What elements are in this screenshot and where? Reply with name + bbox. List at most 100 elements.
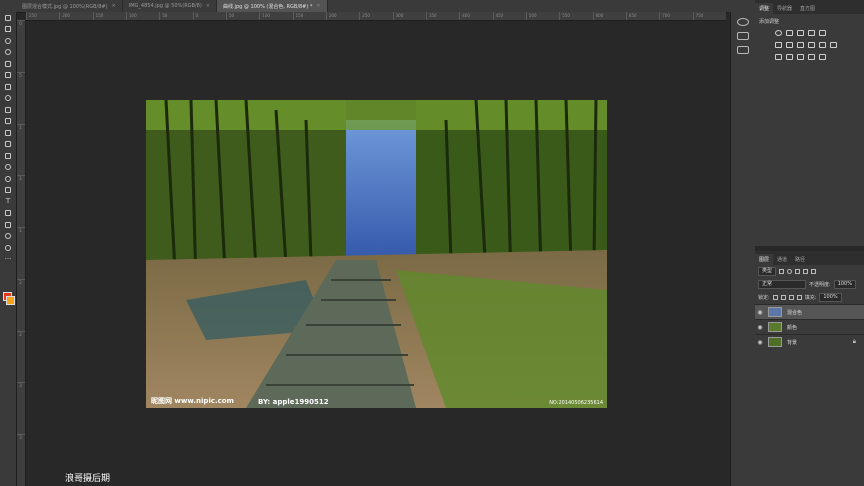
lasso-tool[interactable] <box>0 35 16 47</box>
smart-object-filter-icon[interactable] <box>811 269 817 274</box>
eyedropper-tool[interactable] <box>0 81 16 93</box>
tab-adjustments[interactable]: 调整 <box>755 3 774 14</box>
marquee-icon <box>5 26 11 33</box>
blend-mode-select[interactable]: 正常 <box>758 280 806 289</box>
path-selection-tool[interactable] <box>0 208 16 220</box>
type-filter-icon[interactable] <box>795 269 801 274</box>
color-lookup-icon[interactable] <box>830 42 837 48</box>
opacity-field[interactable]: 100% <box>833 280 856 289</box>
learn-icon[interactable] <box>737 18 749 26</box>
bamboo-path-photo <box>146 100 607 408</box>
clone-stamp-tool[interactable] <box>0 116 16 128</box>
gradient-map-icon[interactable] <box>808 54 815 60</box>
invert-icon[interactable] <box>775 54 782 60</box>
layer-row[interactable]: ◉ 颜色 <box>755 319 864 334</box>
adjustment-filter-icon[interactable] <box>787 269 793 274</box>
curves-icon[interactable] <box>797 30 804 36</box>
color-balance-icon[interactable] <box>786 42 793 48</box>
eye-icon[interactable]: ◉ <box>755 339 765 346</box>
eye-icon[interactable]: ◉ <box>755 309 765 316</box>
gradient-tool[interactable] <box>0 150 16 162</box>
stamp-icon <box>5 118 11 125</box>
channel-mixer-icon[interactable] <box>819 42 826 48</box>
pen-icon <box>5 187 11 194</box>
close-icon[interactable]: × <box>316 3 320 9</box>
eraser-tool[interactable] <box>0 139 16 151</box>
photo-filter-icon[interactable] <box>808 42 815 48</box>
black-white-icon[interactable] <box>797 42 804 48</box>
libraries-icon[interactable] <box>737 46 749 54</box>
zoom-icon <box>5 244 11 251</box>
history-brush-tool[interactable] <box>0 127 16 139</box>
move-tool[interactable] <box>0 12 16 24</box>
posterize-icon[interactable] <box>786 54 793 60</box>
ellipsis-icon: ··· <box>4 254 12 263</box>
watermark-text: 昵图网 www.nipic.com <box>151 397 234 405</box>
lock-fill-row: 锁定: 填充: 100% <box>755 291 864 304</box>
add-adjustment-label: 添加调整 <box>759 19 780 25</box>
hue-saturation-icon[interactable] <box>775 42 782 48</box>
levels-icon[interactable] <box>786 30 793 36</box>
lock-transparent-icon[interactable] <box>772 295 778 300</box>
zoom-tool[interactable] <box>0 242 16 254</box>
healing-brush-tool[interactable] <box>0 93 16 105</box>
eraser-icon <box>5 141 11 148</box>
shape-tool[interactable] <box>0 219 16 231</box>
shape-filter-icon[interactable] <box>803 269 809 274</box>
watermark-author: BY: apple1990512 <box>258 398 329 406</box>
type-tool[interactable]: T <box>0 196 16 208</box>
ruler-tick-label: 50 <box>225 12 259 20</box>
document-tab[interactable]: 图层混合模式.jpg @ 100%(RGB/8#) × <box>16 0 123 12</box>
pen-tool[interactable] <box>0 185 16 197</box>
threshold-icon[interactable] <box>797 54 804 60</box>
ruler-tick-label: 400 <box>459 12 492 20</box>
layer-thumbnail <box>768 322 782 332</box>
tab-navigator[interactable]: 导航器 <box>773 3 796 14</box>
quick-select-tool[interactable] <box>0 47 16 59</box>
marquee-tool[interactable] <box>0 24 16 36</box>
lock-label: 锁定: <box>758 295 770 301</box>
vertical-ruler[interactable]: 051112233 <box>16 20 26 486</box>
lock-position-icon[interactable] <box>788 295 794 300</box>
layer-row[interactable]: ◉ 背景 🔒︎ <box>755 334 864 349</box>
horizontal-ruler[interactable]: 250 200 150 100 50 0 50 100 150 200 250 300 350 400 45… <box>26 12 726 21</box>
exposure-icon[interactable] <box>808 30 815 36</box>
dodge-tool[interactable] <box>0 173 16 185</box>
layer-name: 混合色 <box>787 309 803 316</box>
frame-tool[interactable] <box>0 70 16 82</box>
brightness-icon[interactable] <box>775 30 782 36</box>
pixel-filter-icon[interactable] <box>779 269 785 274</box>
close-icon[interactable]: × <box>206 3 210 9</box>
tab-channels[interactable]: 通道 <box>773 254 791 265</box>
triangle-icon[interactable] <box>819 30 826 36</box>
adjustment-row <box>755 39 864 51</box>
document-tab-active[interactable]: 曲线.jpg @ 100% (混合色, RGB/8#) * × <box>217 0 328 12</box>
document-tab[interactable]: IMG_4854.jpg @ 50%(RGB/8) × <box>123 0 218 12</box>
document-image[interactable]: 昵图网 www.nipic.com BY: apple1990512 NO:20… <box>146 100 607 408</box>
filter-kind-select[interactable]: 类型 <box>758 267 777 276</box>
lock-all-icon[interactable] <box>796 295 802 300</box>
hand-tool[interactable] <box>0 231 16 243</box>
bandage-icon <box>5 95 11 102</box>
fill-field[interactable]: 100% <box>819 293 842 302</box>
tab-histogram[interactable]: 直方图 <box>796 3 819 14</box>
brush-tool[interactable] <box>0 104 16 116</box>
lock-pixels-icon[interactable] <box>780 295 786 300</box>
tab-label: IMG_4854.jpg @ 50%(RGB/8) <box>128 3 202 9</box>
layer-name: 背景 <box>787 339 798 346</box>
panel-dock-strip <box>730 12 755 486</box>
close-icon[interactable]: × <box>112 3 116 9</box>
crop-tool[interactable] <box>0 58 16 70</box>
selective-color-icon[interactable] <box>819 54 826 60</box>
blur-tool[interactable] <box>0 162 16 174</box>
layers-panel-tabs: 图层 通道 路径 <box>755 251 864 265</box>
layer-row[interactable]: ◉ 混合色 <box>755 304 864 319</box>
tab-layers[interactable]: 图层 <box>755 254 774 265</box>
more-tools[interactable]: ··· <box>0 254 16 266</box>
tab-paths[interactable]: 路径 <box>791 254 809 265</box>
ruler-tick-label: 2 <box>16 278 25 331</box>
properties-icon[interactable] <box>737 32 749 40</box>
background-color-swatch[interactable] <box>6 296 15 305</box>
eye-icon[interactable]: ◉ <box>755 324 765 331</box>
frame-icon <box>5 72 11 79</box>
